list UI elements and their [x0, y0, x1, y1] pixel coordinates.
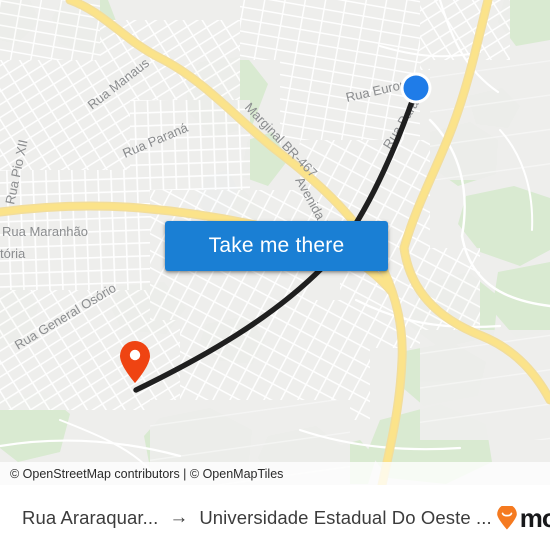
- moovit-pin-icon: [496, 505, 517, 529]
- footer-destination-label: Universidade Estadual Do Oeste ...: [199, 506, 492, 528]
- take-me-there-button[interactable]: Take me there: [165, 221, 388, 271]
- moovit-wordmark: moovit: [519, 502, 550, 533]
- map-canvas[interactable]: Rua Manaus Rua Pio XII Rua Paraná Rua Paran…: [0, 0, 550, 485]
- street-label: Rua Maranhão: [2, 224, 88, 239]
- attribution-text: © OpenStreetMap contributors | © OpenMap…: [10, 466, 284, 481]
- footer-origin-label: Rua Araraquar...: [22, 506, 159, 528]
- arrow-right-icon: →: [169, 507, 189, 528]
- moovit-map-screen: Rua Manaus Rua Pio XII Rua Paraná Rua Paran…: [0, 0, 550, 550]
- map-attribution: © OpenStreetMap contributors | © OpenMap…: [0, 462, 550, 485]
- street-label: tória: [0, 246, 26, 261]
- moovit-logo[interactable]: moovit: [496, 505, 550, 531]
- footer-bar: Rua Araraquar... → Universidade Estadual…: [0, 485, 550, 550]
